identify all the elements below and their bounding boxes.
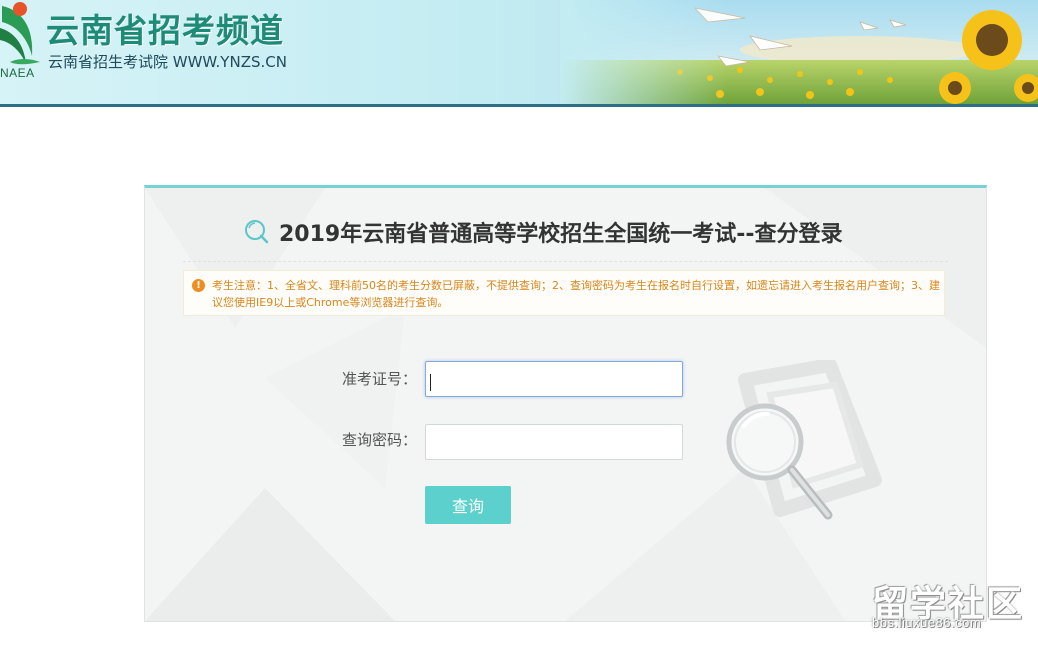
password-label: 查询密码： bbox=[341, 431, 417, 449]
watermark-url: bbs.liuxue86.com bbox=[872, 615, 982, 630]
exam-id-label: 准考证号： bbox=[341, 370, 417, 388]
magnifier-icon bbox=[726, 360, 882, 520]
logo-text: NAEA bbox=[0, 66, 35, 80]
notice-box: ! 考生注意：1、全省文、理科前50名的考生分数已屏蔽，不提供查询；2、查询密码… bbox=[183, 270, 945, 316]
page-title: 2019年云南省普通高等学校招生全国统一考试--查分登录 bbox=[279, 222, 843, 247]
site-header: NAEA 云南省招考频道 云南省招生考试院 WWW.YNZS.CN bbox=[0, 0, 1038, 107]
banner-scenery bbox=[560, 0, 1038, 104]
title-divider bbox=[183, 261, 948, 262]
login-panel: 2019年云南省普通高等学校招生全国统一考试--查分登录 ! 考生注意：1、全省… bbox=[144, 185, 987, 622]
site-subtitle: 云南省招生考试院 WWW.YNZS.CN bbox=[48, 53, 287, 71]
search-icon bbox=[245, 220, 269, 244]
notice-text: 考生注意：1、全省文、理科前50名的考生分数已屏蔽，不提供查询；2、查询密码为考… bbox=[212, 279, 940, 309]
query-button[interactable]: 查询 bbox=[425, 486, 511, 524]
site-watermark: 留学社区 bbs.liuxue86.com bbox=[862, 575, 1032, 639]
site-title[interactable]: 云南省招考频道 bbox=[46, 4, 284, 52]
password-input[interactable] bbox=[425, 424, 683, 460]
exam-id-input[interactable] bbox=[425, 361, 683, 397]
text-caret bbox=[430, 374, 431, 391]
warning-icon: ! bbox=[192, 279, 205, 292]
